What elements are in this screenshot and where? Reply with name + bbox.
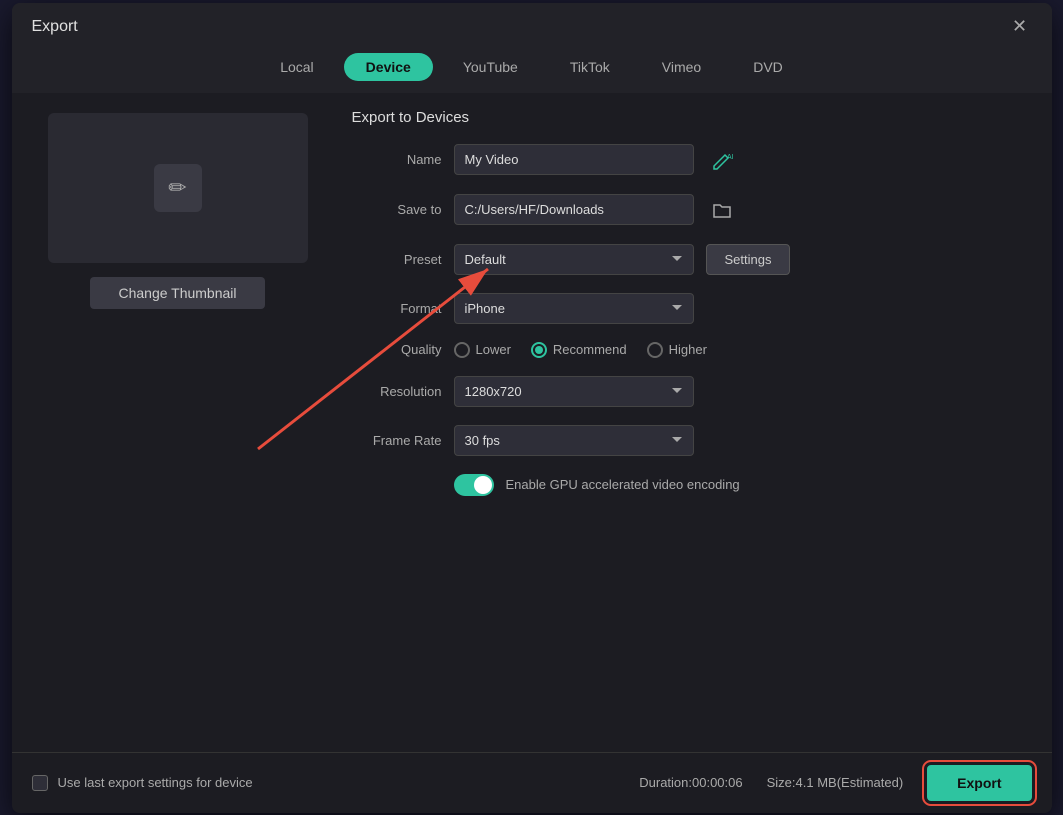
quality-options: Lower Recommend Higher <box>454 342 707 358</box>
quality-recommend-label: Recommend <box>553 342 627 357</box>
change-thumbnail-button[interactable]: Change Thumbnail <box>90 277 264 309</box>
ai-pencil-icon: AI <box>711 149 733 171</box>
quality-label: Quality <box>352 342 442 357</box>
quality-higher-label: Higher <box>669 342 707 357</box>
tab-dvd[interactable]: DVD <box>731 53 805 81</box>
last-settings-checkbox[interactable] <box>32 775 48 791</box>
quality-higher-radio <box>647 342 663 358</box>
save-to-label: Save to <box>352 202 442 217</box>
ai-icon-button[interactable]: AI <box>706 144 738 176</box>
folder-icon-button[interactable] <box>706 194 738 226</box>
export-button[interactable]: Export <box>927 765 1031 801</box>
quality-recommend-inner <box>535 346 543 354</box>
footer-right: Duration:00:00:06 Size:4.1 MB(Estimated)… <box>639 765 1031 801</box>
export-dialog: Export ✕ Local Device YouTube TikTok Vim… <box>12 3 1052 813</box>
gpu-label: Enable GPU accelerated video encoding <box>506 477 740 492</box>
name-label: Name <box>352 152 442 167</box>
gpu-toggle-row: Enable GPU accelerated video encoding <box>454 474 1028 496</box>
folder-icon <box>712 201 732 219</box>
frame-rate-row: Frame Rate 30 fps 24 fps 60 fps 25 fps <box>352 425 1028 456</box>
frame-rate-label: Frame Rate <box>352 433 442 448</box>
tab-youtube[interactable]: YouTube <box>441 53 540 81</box>
quality-lower[interactable]: Lower <box>454 342 511 358</box>
gpu-toggle[interactable] <box>454 474 494 496</box>
last-settings-label: Use last export settings for device <box>58 775 253 790</box>
tab-local[interactable]: Local <box>258 53 335 81</box>
resolution-select[interactable]: 1280x720 1920x1080 3840x2160 720x480 <box>454 376 694 407</box>
quality-higher[interactable]: Higher <box>647 342 707 358</box>
footer-left: Use last export settings for device <box>32 775 253 791</box>
preset-select[interactable]: Default High Quality Low Quality <box>454 244 694 275</box>
left-panel: ✏ Change Thumbnail <box>28 105 328 740</box>
name-row: Name AI <box>352 144 1028 176</box>
main-content: ✏ Change Thumbnail Export to Devices <box>12 93 1052 752</box>
title-bar: Export ✕ <box>12 3 1052 47</box>
right-panel: Export to Devices Name AI Save to <box>344 105 1036 740</box>
duration-info: Duration:00:00:06 <box>639 775 742 790</box>
resolution-row: Resolution 1280x720 1920x1080 3840x2160 … <box>352 376 1028 407</box>
resolution-label: Resolution <box>352 384 442 399</box>
quality-row: Quality Lower Recommend Higher <box>352 342 1028 358</box>
quality-lower-radio <box>454 342 470 358</box>
toggle-knob <box>474 476 492 494</box>
tab-vimeo[interactable]: Vimeo <box>640 53 723 81</box>
format-row: Format iPhone iPad Android Apple TV <box>352 293 1028 324</box>
frame-rate-select[interactable]: 30 fps 24 fps 60 fps 25 fps <box>454 425 694 456</box>
tab-device[interactable]: Device <box>344 53 433 81</box>
save-to-input[interactable] <box>454 194 694 225</box>
quality-recommend[interactable]: Recommend <box>531 342 627 358</box>
quality-recommend-radio <box>531 342 547 358</box>
preset-row: Preset Default High Quality Low Quality … <box>352 244 1028 275</box>
preset-label: Preset <box>352 252 442 267</box>
footer: Use last export settings for device Dura… <box>12 752 1052 813</box>
thumbnail-edit-icon: ✏ <box>154 164 202 212</box>
thumbnail-box: ✏ <box>48 113 308 263</box>
close-button[interactable]: ✕ <box>1008 15 1032 39</box>
section-title: Export to Devices <box>352 109 1028 126</box>
size-info: Size:4.1 MB(Estimated) <box>767 775 904 790</box>
format-select[interactable]: iPhone iPad Android Apple TV <box>454 293 694 324</box>
settings-button[interactable]: Settings <box>706 244 791 275</box>
tabs-bar: Local Device YouTube TikTok Vimeo DVD <box>12 47 1052 93</box>
dialog-title: Export <box>32 18 78 36</box>
format-label: Format <box>352 301 442 316</box>
svg-text:AI: AI <box>727 154 733 161</box>
name-input[interactable] <box>454 144 694 175</box>
tab-tiktok[interactable]: TikTok <box>548 53 632 81</box>
save-to-row: Save to <box>352 194 1028 226</box>
quality-lower-label: Lower <box>476 342 511 357</box>
